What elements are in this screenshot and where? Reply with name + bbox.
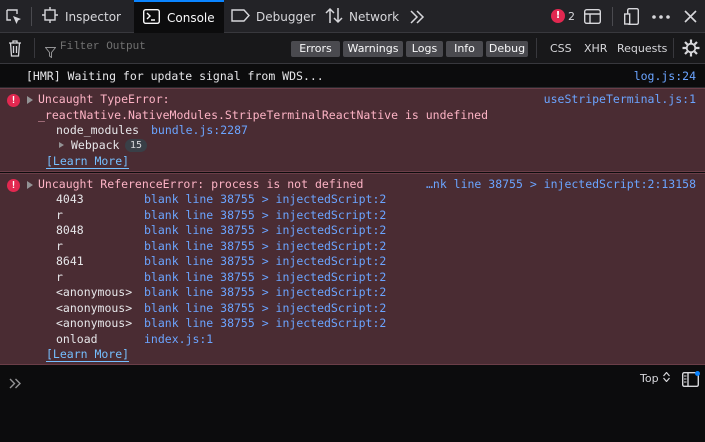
tab-network[interactable]: Network: [322, 0, 402, 33]
error-message-line2: _reactNative.NativeModules.StripeTermina…: [38, 108, 489, 122]
console-message-log: [HMR] Waiting for update signal from WDS…: [0, 64, 705, 88]
context-label: Top: [640, 372, 659, 385]
stack-frame-location[interactable]: blank line 38755 > injectedScript:2: [144, 223, 386, 237]
menu-icon[interactable]: [652, 0, 670, 33]
stack-frame-function: <anonymous>: [56, 300, 133, 315]
error-source-link[interactable]: …nk line 38755 > injectedScript:2:13158: [426, 177, 696, 191]
log-message-text: [HMR] Waiting for update signal from WDS…: [26, 69, 324, 83]
more-tabs-icon[interactable]: [409, 0, 425, 33]
stack-frame-location[interactable]: blank line 38755 > injectedScript:2: [144, 316, 386, 330]
network-icon: [325, 7, 343, 27]
evaluation-context-selector[interactable]: Top: [640, 371, 670, 385]
stack-group-label[interactable]: Webpack: [71, 138, 119, 152]
error-icon: !: [7, 94, 20, 107]
tab-label: Network: [349, 9, 400, 24]
expand-arrow-icon[interactable]: [27, 96, 33, 104]
filter-debug-button[interactable]: Debug: [486, 41, 528, 57]
filter-divider: [34, 38, 35, 58]
stack-frame-location[interactable]: blank line 38755 > injectedScript:2: [144, 285, 386, 299]
console-icon: [142, 8, 161, 27]
filter-requests-button[interactable]: Requests: [617, 42, 667, 55]
tab-label: Inspector: [65, 9, 121, 24]
error-count: 2: [568, 9, 575, 23]
prompt-icon: [9, 374, 22, 393]
learn-more-link[interactable]: [Learn More]: [46, 154, 130, 169]
toolbar-divider: [612, 7, 613, 26]
stack-frame-location[interactable]: blank line 38755 > injectedScript:2: [144, 254, 386, 268]
expand-arrow-icon[interactable]: [27, 181, 33, 189]
pick-element-icon[interactable]: [5, 0, 23, 33]
stack-frame-function: 4043: [56, 192, 84, 206]
stack-frame-location[interactable]: index.js:1: [144, 332, 213, 346]
tab-console[interactable]: Console: [134, 0, 224, 33]
stack-frame-location[interactable]: blank line 38755 > injectedScript:2: [144, 208, 386, 222]
filter-icon: [44, 43, 57, 62]
stack-frame-function: node_modules: [56, 123, 140, 137]
tab-label: Debugger: [256, 9, 316, 24]
stack-frame-location[interactable]: blank line 38755 > injectedScript:2: [144, 270, 386, 284]
error-icon: !: [551, 9, 565, 23]
toolbar-divider: [31, 7, 32, 26]
debugger-icon: [231, 8, 250, 25]
console-filter-bar: Filter Output Errors Warnings Logs Info …: [0, 33, 705, 64]
error-icon: !: [7, 179, 20, 192]
console-input-area[interactable]: Top: [0, 365, 705, 442]
filter-logs-button[interactable]: Logs: [406, 41, 443, 57]
split-console-icon[interactable]: [584, 0, 601, 33]
trash-icon[interactable]: [8, 40, 22, 61]
learn-more-link[interactable]: [Learn More]: [46, 347, 130, 362]
stack-frame-location[interactable]: blank line 38755 > injectedScript:2: [144, 301, 386, 315]
stack-frame-function: r: [56, 207, 63, 222]
filter-errors-button[interactable]: Errors: [291, 41, 340, 57]
error-count-badge[interactable]: ! 2: [551, 9, 575, 23]
stack-frame-location[interactable]: bundle.js:2287: [151, 123, 248, 137]
close-icon[interactable]: [684, 0, 697, 33]
log-source-link[interactable]: log.js:24: [634, 69, 696, 83]
inspector-icon: [42, 7, 58, 26]
filter-divider: [536, 38, 537, 58]
tab-label: Console: [167, 10, 215, 25]
stack-group-count: 15: [125, 139, 148, 152]
stack-frame-function: 8048: [56, 223, 84, 237]
settings-icon[interactable]: [682, 39, 700, 61]
sidebar-icon[interactable]: [681, 371, 700, 391]
group-arrow-icon[interactable]: [59, 142, 64, 148]
filter-info-button[interactable]: Info: [446, 41, 483, 57]
error-message-line1: Uncaught ReferenceError: process is not …: [38, 177, 364, 191]
console-message-error: ! Uncaught TypeError: _reactNative.Nativ…: [0, 88, 705, 172]
console-message-error: ! Uncaught ReferenceError: process is no…: [0, 173, 705, 365]
stack-frame-function: r: [56, 238, 63, 253]
stack-frame-location[interactable]: blank line 38755 > injectedScript:2: [144, 192, 386, 206]
updown-icon: [662, 371, 670, 385]
stack-frame-location[interactable]: blank line 38755 > injectedScript:2: [144, 239, 386, 253]
responsive-icon[interactable]: [624, 0, 640, 33]
filter-css-button[interactable]: CSS: [550, 42, 572, 55]
filter-output-input[interactable]: Filter Output: [60, 41, 146, 53]
stack-frame-function: <anonymous>: [56, 316, 133, 330]
tab-inspector[interactable]: Inspector: [34, 0, 132, 33]
filter-xhr-button[interactable]: XHR: [584, 42, 607, 55]
stack-frame-function: onload: [56, 331, 98, 346]
stack-frame-function: r: [56, 269, 63, 284]
error-message-line1: Uncaught TypeError:: [38, 92, 170, 106]
stack-frame-function: 8641: [56, 254, 84, 268]
stack-frame-function: <anonymous>: [56, 285, 133, 299]
devtools-toolbar: Inspector Console Debugger Network ! 2: [0, 0, 705, 33]
filter-divider: [673, 38, 674, 58]
tab-debugger[interactable]: Debugger: [228, 0, 318, 33]
error-source-link[interactable]: useStripeTerminal.js:1: [544, 92, 696, 106]
filter-warnings-button[interactable]: Warnings: [343, 41, 403, 57]
